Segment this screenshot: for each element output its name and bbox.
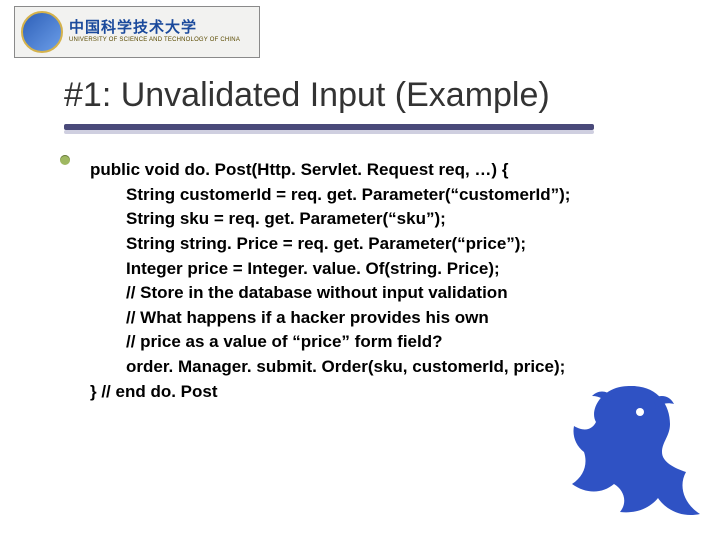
code-line: String customerId = req. get. Parameter(… bbox=[126, 183, 650, 208]
code-line: // Store in the database without input v… bbox=[126, 281, 650, 306]
logo-name-en: UNIVERSITY OF SCIENCE AND TECHNOLOGY OF … bbox=[69, 37, 240, 44]
code-line: String sku = req. get. Parameter(“sku”); bbox=[126, 207, 650, 232]
slide: 中国科学技术大学 UNIVERSITY OF SCIENCE AND TECHN… bbox=[0, 0, 720, 540]
slide-title: #1: Unvalidated Input (Example) bbox=[64, 76, 550, 115]
code-line: public void do. Post(Http. Servlet. Requ… bbox=[90, 160, 508, 179]
logo-text: 中国科学技术大学 UNIVERSITY OF SCIENCE AND TECHN… bbox=[69, 20, 240, 43]
code-line: // price as a value of “price” form fiel… bbox=[126, 330, 650, 355]
university-logo: 中国科学技术大学 UNIVERSITY OF SCIENCE AND TECHN… bbox=[14, 6, 260, 58]
bullet-icon bbox=[60, 155, 70, 165]
code-example: public void do. Post(Http. Servlet. Requ… bbox=[90, 158, 650, 404]
code-line: } // end do. Post bbox=[90, 382, 218, 401]
title-underline bbox=[64, 124, 594, 134]
code-line: Integer price = Integer. value. Of(strin… bbox=[126, 257, 650, 282]
logo-seal-icon bbox=[21, 11, 63, 53]
dragon-icon bbox=[562, 376, 702, 526]
code-line: String string. Price = req. get. Paramet… bbox=[126, 232, 650, 257]
code-line: // What happens if a hacker provides his… bbox=[126, 306, 650, 331]
logo-name-cn: 中国科学技术大学 bbox=[69, 20, 240, 37]
